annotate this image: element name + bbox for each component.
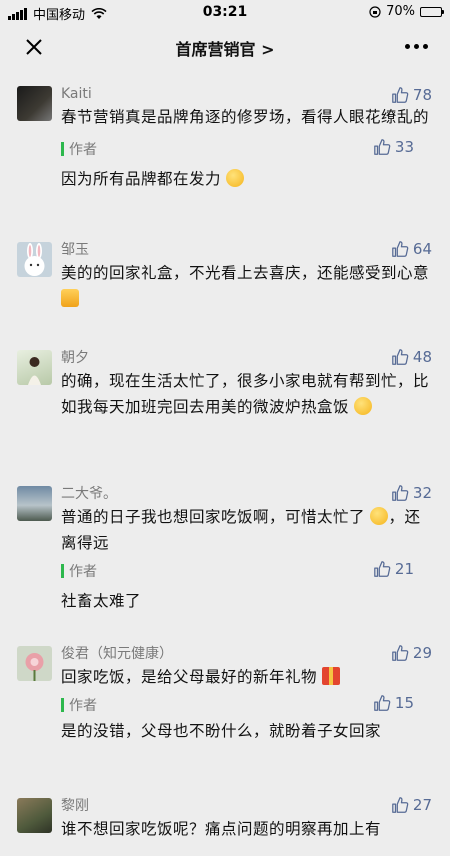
like-button[interactable]: 15 — [373, 694, 414, 712]
thumbs-up-icon — [374, 561, 391, 577]
comment-item: 二大爷。 32 普通的日子我也想回家吃饭啊，可惜太忙了 ，还离得远 作者 21 … — [0, 460, 450, 620]
like-count: 27 — [412, 796, 432, 814]
thumbs-up-icon — [392, 485, 409, 501]
like-count: 32 — [412, 484, 432, 502]
comment-text: 普通的日子我也想回家吃饭啊，可惜太忙了 — [61, 508, 366, 526]
comment-item: Kaiti 78 春节营销真是品牌角逐的修罗场，看得人眼花缭乱的 作者 33 因… — [0, 70, 450, 216]
commenter-name[interactable]: 朝夕 — [61, 348, 432, 368]
like-button[interactable]: 21 — [373, 560, 414, 578]
reply-text: 因为所有品牌都在发力 — [61, 170, 222, 188]
avatar[interactable] — [17, 350, 52, 385]
status-bar: 中国移动 03:21 70% — [0, 0, 450, 24]
thumbs-up-icon — [392, 349, 409, 365]
commenter-name[interactable]: 邹玉 — [61, 240, 432, 260]
like-count: 29 — [412, 644, 432, 662]
commenter-name[interactable]: 黎刚 — [61, 796, 432, 816]
like-count: 15 — [394, 694, 414, 712]
battery-icon — [420, 6, 444, 17]
more-icon[interactable] — [405, 44, 428, 49]
author-label: 作者 — [69, 698, 97, 714]
like-button[interactable]: 48 — [391, 348, 432, 366]
gift-emoji-icon — [322, 667, 341, 685]
like-count: 21 — [394, 560, 414, 578]
like-count: 33 — [394, 138, 414, 156]
avatar[interactable] — [17, 242, 52, 277]
flower-avatar-icon — [25, 653, 44, 681]
author-reply: 作者 15 是的没错，父母也不盼什么，就盼着子女回家 — [61, 694, 432, 744]
reply-text: 社畜太难了 — [61, 592, 142, 610]
orientation-lock-icon — [369, 5, 381, 18]
avatar[interactable] — [17, 486, 52, 521]
thinking-emoji-icon — [354, 397, 373, 415]
like-button[interactable]: 64 — [391, 240, 432, 258]
comment-item: 黎刚 27 谁不想回家吃饭呢？痛点问题的明察再加上有 — [0, 748, 450, 856]
comment-text: 春节营销真是品牌角逐的修罗场，看得人眼花缭乱的 — [61, 108, 430, 126]
like-button[interactable]: 78 — [391, 86, 432, 104]
comment-text: 的确，现在生活太忙了，很多小家电就有帮到忙，比如我每天加班完回去用美的微波炉热盒… — [61, 372, 430, 416]
thumbs-up-icon — [392, 797, 409, 813]
comment-text: 美的的回家礼盒，不光看上去喜庆，还能感受到心意 — [61, 264, 430, 282]
girl-avatar-icon — [28, 357, 41, 385]
like-button[interactable]: 27 — [391, 796, 432, 814]
author-label: 作者 — [69, 142, 97, 158]
avatar[interactable] — [17, 798, 52, 833]
battery-percent: 70% — [386, 4, 415, 19]
commenter-name[interactable]: Kaiti — [61, 84, 432, 104]
author-label: 作者 — [69, 564, 97, 580]
like-button[interactable]: 32 — [391, 484, 432, 502]
comment-item: 邹玉 64 美的的回家礼盒，不光看上去喜庆，还能感受到心意 — [0, 216, 450, 324]
like-count: 64 — [412, 240, 432, 258]
thumbs-up-icon — [392, 87, 409, 103]
rabbit-avatar-icon — [24, 243, 45, 276]
comment-list: Kaiti 78 春节营销真是品牌角逐的修罗场，看得人眼花缭乱的 作者 33 因… — [0, 70, 450, 856]
author-reply: 作者 33 因为所有品牌都在发力 — [61, 138, 432, 192]
author-reply: 作者 21 社畜太难了 — [61, 560, 432, 614]
thumbs-up-icon — [392, 241, 409, 257]
like-button[interactable]: 33 — [373, 138, 414, 156]
comment-item: 朝夕 48 的确，现在生活太忙了，很多小家电就有帮到忙，比如我每天加班完回去用美… — [0, 324, 450, 460]
like-count: 78 — [412, 86, 432, 104]
avatar[interactable] — [17, 86, 52, 121]
thumbs-up-icon — [374, 695, 391, 711]
like-count: 48 — [412, 348, 432, 366]
comment-text: 回家吃饭，是给父母最好的新年礼物 — [61, 668, 318, 686]
commenter-name[interactable]: 俊君（知元健康） — [61, 644, 432, 664]
thumbs-up-icon — [392, 645, 409, 661]
page-title[interactable]: 首席营销官 > — [0, 36, 450, 60]
thumbs-up-icon — [374, 139, 391, 155]
crying-emoji-icon — [370, 507, 389, 525]
thumbs-up-emoji-icon — [61, 289, 79, 307]
avatar[interactable] — [17, 646, 52, 681]
comment-text: 谁不想回家吃饭呢？痛点问题的明察再加上有 — [61, 820, 382, 838]
reply-text: 是的没错，父母也不盼什么，就盼着子女回家 — [61, 722, 382, 740]
nav-bar: 首席营销官 > — [0, 24, 450, 70]
comment-item: 俊君（知元健康） 29 回家吃饭，是给父母最好的新年礼物 作者 15 是的没错，… — [0, 620, 450, 748]
like-button[interactable]: 29 — [391, 644, 432, 662]
smirk-emoji-icon — [226, 169, 245, 187]
commenter-name[interactable]: 二大爷。 — [61, 484, 432, 504]
